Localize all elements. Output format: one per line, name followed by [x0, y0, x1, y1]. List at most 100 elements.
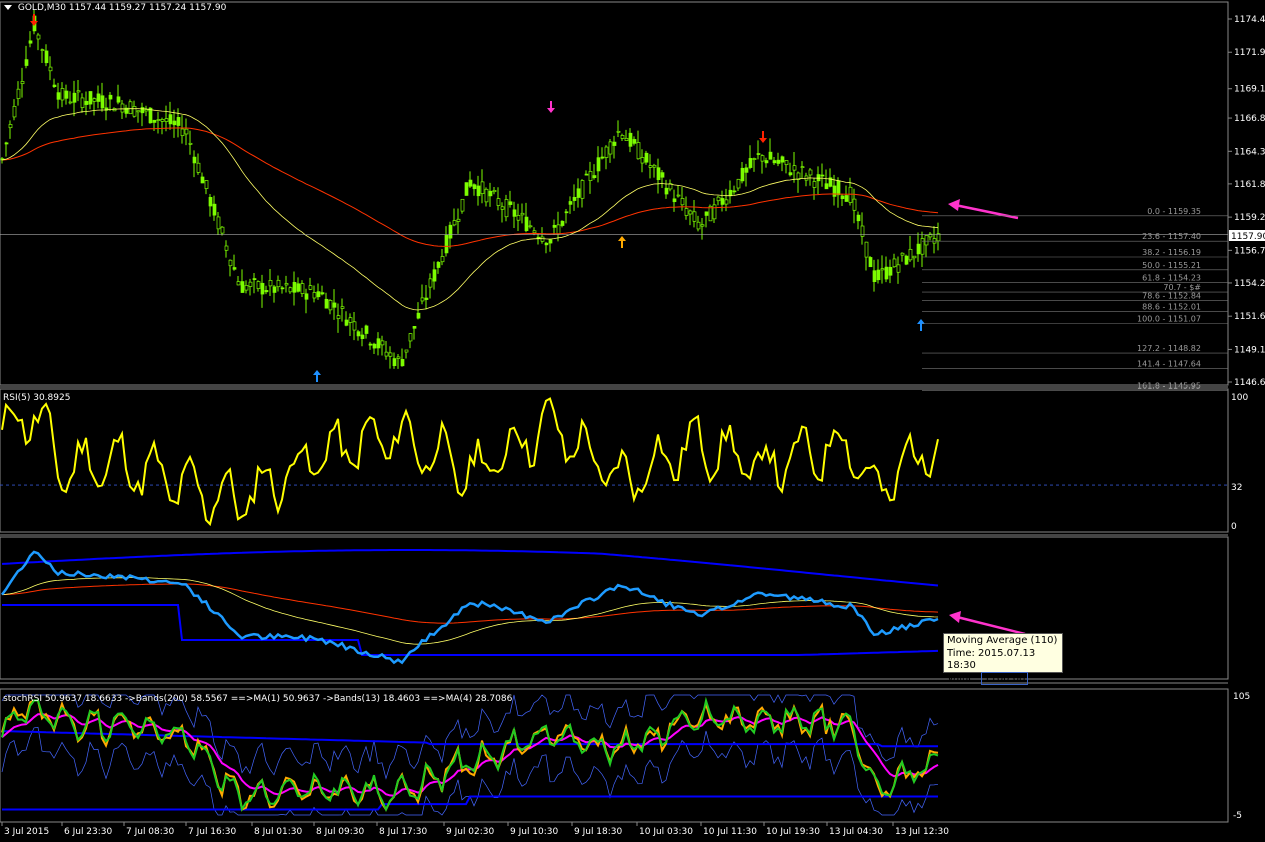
candle-body [80, 97, 85, 108]
candle-body [656, 167, 661, 181]
candle-body [588, 171, 593, 182]
price-tick-label: 1171.90 [1234, 48, 1265, 58]
candle-body [840, 195, 845, 200]
candle-body [264, 290, 269, 293]
time-tick-label: 9 Jul 10:30 [510, 827, 559, 837]
candle-body [716, 196, 721, 202]
candle-body [876, 269, 881, 281]
candle-body [208, 197, 213, 207]
candle-body [272, 286, 277, 293]
candle-body [100, 95, 105, 109]
candle-body [380, 340, 385, 346]
candle-body [552, 224, 557, 228]
candle-body [316, 291, 321, 298]
candle-body [676, 194, 681, 197]
candle-body [584, 173, 589, 176]
candle-body [564, 211, 569, 214]
candle-body [152, 119, 157, 123]
candle-body [504, 199, 509, 218]
fib-level-label: 127.2 - 1148.82 [1137, 344, 1201, 353]
candle-body [748, 158, 753, 168]
stoch-pane[interactable] [0, 688, 1229, 823]
candle-body [120, 103, 125, 113]
price-tick-label: 1174.45 [1234, 15, 1265, 25]
candle-body [776, 159, 781, 164]
candle-body [88, 91, 93, 105]
candle-body [508, 201, 513, 205]
rsi-level-0: 0 [1231, 522, 1237, 532]
rsi-pane[interactable] [0, 388, 1229, 533]
candle-body [448, 224, 453, 239]
candle-body [784, 160, 789, 166]
time-tick-label: 13 Jul 04:30 [829, 827, 883, 837]
candle-body [524, 216, 529, 232]
trading-chart[interactable]: 0.0 - 1159.35 23.6 - 1157.40 38.2 - 1156.1… [0, 0, 1265, 842]
candle-body [932, 238, 937, 244]
chart-header[interactable]: GOLD,M30 1157.44 1159.27 1157.24 1157.90 [4, 3, 226, 13]
candle-body [712, 204, 717, 220]
candle-body [896, 264, 901, 273]
candle-body [672, 198, 677, 203]
fib-level-label: 100.0 - 1151.07 [1137, 315, 1201, 324]
candle-body [912, 255, 917, 259]
candle-body [452, 220, 457, 226]
candle-body [924, 235, 929, 246]
candle-body [396, 356, 401, 359]
candle-body [872, 270, 877, 282]
candle-body [16, 88, 21, 99]
buy-arrow-icon [313, 370, 321, 382]
candle-body [496, 198, 501, 206]
candle-body [544, 242, 549, 246]
candle-body [56, 92, 61, 100]
candle-body [460, 198, 465, 212]
candle-body [420, 297, 425, 302]
candle-body [212, 203, 217, 216]
candle-body [780, 156, 785, 163]
candle-body [884, 266, 889, 280]
candle-body [516, 214, 521, 221]
price-tick-label: 1154.20 [1234, 279, 1265, 289]
time-tick-label: 7 Jul 08:30 [126, 827, 175, 837]
candle-body [696, 221, 701, 230]
candle-body [636, 142, 641, 160]
candle-body [480, 181, 485, 195]
candle-body [692, 211, 697, 222]
candle-body [620, 135, 625, 139]
candle-body [92, 98, 97, 102]
candle-body [540, 236, 545, 242]
fib-level-label: 50.0 - 1155.21 [1142, 261, 1201, 270]
candle-body [344, 319, 349, 326]
candle-body [256, 281, 261, 290]
chevron-down-icon[interactable] [4, 5, 12, 10]
fib-level-label: 23.6 - 1157.40 [1142, 232, 1201, 241]
stoch-label: stochRSI 50.9637 18.6633 ->Bands(200) 58… [3, 694, 513, 704]
candle-body [288, 287, 293, 293]
candle-body [632, 139, 637, 144]
candle-body [756, 153, 761, 155]
candle-body [624, 137, 629, 142]
candle-body [392, 358, 397, 367]
candle-body [184, 128, 189, 135]
candle-body [356, 331, 361, 337]
candle-body [500, 206, 505, 210]
candle-body [472, 184, 477, 190]
candle-body [816, 174, 821, 182]
candle-body [4, 142, 9, 145]
candle-body [464, 182, 469, 196]
fib-level-label: 61.8 - 1154.23 [1142, 274, 1201, 283]
candle-body [232, 267, 237, 270]
candle-body [904, 255, 909, 265]
candle-body [400, 359, 405, 367]
candle-body [300, 283, 305, 294]
price-pane[interactable] [0, 1, 1229, 386]
candle-body [600, 156, 605, 159]
candle-body [812, 181, 817, 188]
candle-body [772, 160, 777, 164]
tooltip-value: 1160.68 [981, 671, 1029, 685]
candle-body [684, 208, 689, 216]
candle-body [268, 280, 273, 287]
bands-series [1, 549, 939, 665]
candle-body [744, 167, 749, 173]
candle-body [240, 281, 245, 293]
candle-body [140, 107, 145, 114]
